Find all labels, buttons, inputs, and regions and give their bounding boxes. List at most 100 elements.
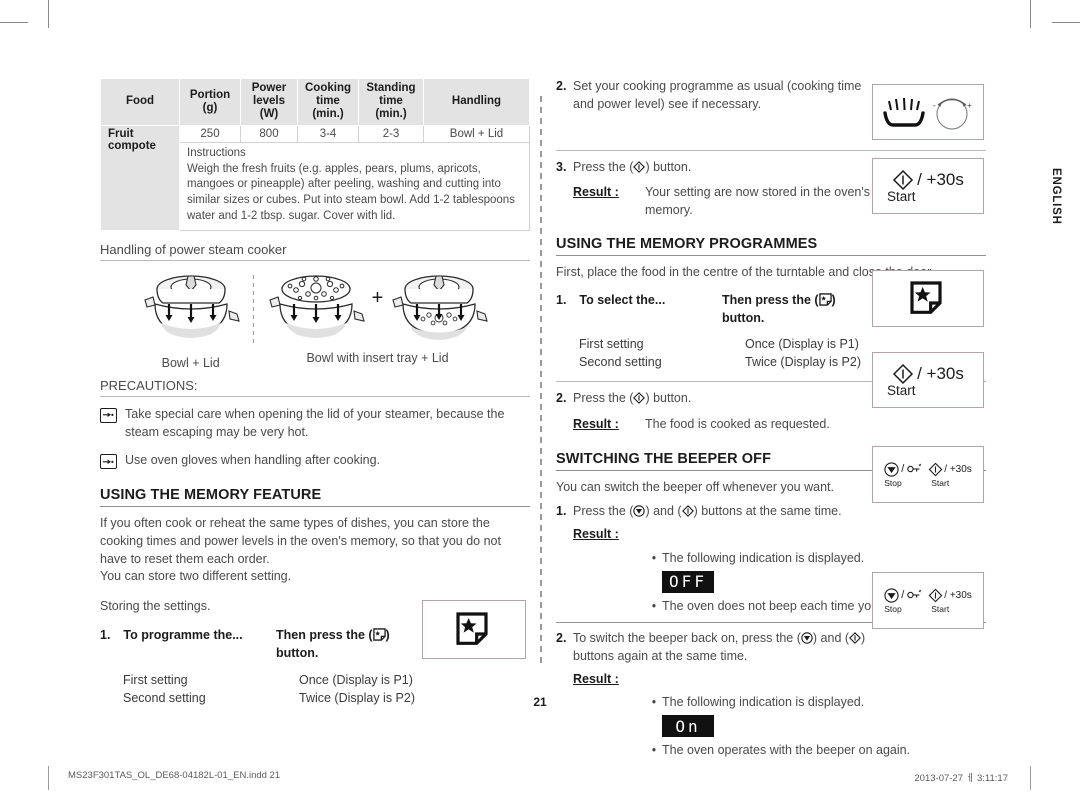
setting-value: Once (Display is P1) <box>299 673 413 688</box>
step-text: Press the () button. <box>573 159 871 177</box>
press-prefix: Then press the ( <box>722 292 819 307</box>
td-cooking: 3-4 <box>297 124 359 143</box>
stop-group: / Stop <box>884 461 922 488</box>
step-text: Press the () and () buttons at the same … <box>573 503 876 521</box>
memory-feature-para1: If you often cook or reheat the same typ… <box>100 516 501 566</box>
start-diamond-icon <box>928 588 943 602</box>
crop-mark-top-left <box>48 0 49 28</box>
result-label: Result : <box>573 416 619 431</box>
step-number: 2. <box>556 391 567 405</box>
bullet-text: The oven operates with the beeper on aga… <box>662 743 911 758</box>
precaution-item: Use oven gloves when handling after cook… <box>100 452 530 470</box>
start-label: Start <box>887 188 916 204</box>
footer-timestamp: 2013-07-27 ㅔ 3:11:17 <box>914 773 1008 784</box>
th-cooking-l2: time <box>316 95 340 108</box>
key-lock-icon <box>907 463 922 473</box>
th-standing: Standing time (min.) <box>358 78 424 126</box>
programme-setting-row: First setting Once (Display is P1) <box>100 671 530 689</box>
beeper-step-1-result: Result : <box>556 526 986 544</box>
start-button-illustration-box-2: / +30s Start <box>872 352 984 408</box>
crop-mark-top-right <box>1030 0 1031 28</box>
microwave-power-dial-icon: - + <box>883 97 972 130</box>
cooking-table: Food Portion (g) Power levels (W) Cookin… <box>100 78 530 231</box>
instructions-text: Weigh the fresh fruits (e.g. apples, pea… <box>187 162 515 223</box>
start-button-illustration-box-1: / +30s Start <box>872 158 984 214</box>
beeper-step-2-result: Result : <box>556 671 986 689</box>
th-standing-l2: time <box>379 95 403 108</box>
step-number: 1. <box>556 292 567 307</box>
beeper-step-1: 1. Press the () and () buttons at the sa… <box>556 503 876 521</box>
step-text: Press the () button. <box>573 390 886 408</box>
key-lock-icon <box>907 589 922 599</box>
result-label: Result : <box>573 185 619 200</box>
print-footer: MS23F301TAS_OL_DE68-04182L-01_EN.indd 21… <box>0 766 1080 790</box>
memory-note-icon <box>372 628 386 641</box>
figure-bowl-insert: + Bowl with insert tray + Lid <box>264 271 492 365</box>
memory-button-illustration-box-2 <box>872 270 984 327</box>
select-setting-row: First setting Once (Display is P1) <box>556 335 886 353</box>
press-prefix: To switch the beeper back on, press the … <box>573 631 801 645</box>
td-instructions: Instructions Weigh the fresh fruits (e.g… <box>179 141 530 231</box>
stop-icon-row: / <box>884 587 922 603</box>
step-number: 1. <box>100 627 111 642</box>
start-icon-row: / +30s <box>892 363 964 385</box>
start-group: / +30s Start <box>928 462 972 488</box>
stop-icon <box>884 587 899 603</box>
steam-cooker-heading: Handling of power steam cooker <box>100 242 530 261</box>
instructions-label: Instructions <box>187 146 246 159</box>
step-number: 2. <box>556 79 567 93</box>
table-row: Fruit compote 250 800 3-4 2-3 Bowl + Lid <box>100 124 530 231</box>
figure-divider <box>252 274 254 346</box>
stop-icon <box>884 461 899 477</box>
step-label: To select the... <box>579 292 666 307</box>
step-text: To switch the beeper back on, press the … <box>573 630 874 666</box>
th-portion-l1: Portion <box>189 88 231 101</box>
td-food-name: Fruit compote <box>100 124 180 231</box>
bullet-glyph: • <box>651 743 657 758</box>
th-standing-l1: Standing <box>366 82 416 94</box>
bowl-lid-icon <box>143 275 240 338</box>
start-diamond-icon <box>893 363 914 384</box>
select-step-1-action: Then press the () button. <box>722 292 836 325</box>
select-step-2: 2. Press the () button. <box>556 390 886 408</box>
step-number: 3. <box>556 159 567 174</box>
page-number: 21 <box>533 695 547 709</box>
slash: / <box>901 589 905 601</box>
memory-feature-heading: USING THE MEMORY FEATURE <box>100 487 530 508</box>
th-cooking-l1: Cooking <box>305 82 351 94</box>
start-diamond-icon <box>633 392 646 404</box>
step-number: 2. <box>556 631 567 645</box>
th-power: Power levels (W) <box>240 78 298 126</box>
svg-text:-: - <box>933 101 936 110</box>
setting-label: Second setting <box>579 354 662 369</box>
start-plus30-label: / +30s <box>944 463 972 475</box>
mid-text: ) and ( <box>645 504 682 519</box>
rule <box>556 149 986 151</box>
th-power-l1: Power <box>251 82 287 94</box>
caption-bowl-insert: Bowl with insert tray + Lid <box>306 350 449 365</box>
caption-bowl-lid: Bowl + Lid <box>161 355 220 370</box>
start-label: Start <box>887 382 916 398</box>
precaution-text: Use oven gloves when handling after cook… <box>125 453 381 468</box>
precaution-item: Take special care when opening the lid o… <box>100 406 530 442</box>
figure-bowl-lid: Bowl + Lid <box>139 271 243 370</box>
crop-mark-mid-left <box>0 22 28 23</box>
th-cooking: Cooking time (min.) <box>297 78 359 126</box>
setting-label: First setting <box>579 336 644 351</box>
th-power-l3: (W) <box>259 108 279 121</box>
memory-feature-para2: You can store two different setting. <box>100 569 292 584</box>
th-portion-l2: (g) <box>202 101 218 114</box>
beeper-bullet: • The oven operates with the beeper on a… <box>556 741 986 759</box>
result-text: Your setting are now stored in the oven'… <box>645 185 870 217</box>
setting-value: Twice (Display is P2) <box>745 354 861 369</box>
memory-note-icon <box>910 280 942 314</box>
start-icon-row: / +30s <box>928 588 972 603</box>
press-button-word: button. <box>276 646 319 661</box>
store-step-2: 2. Set your cooking programme as usual (… <box>556 78 871 114</box>
stop-start-illustration-box-1: / Stop / +30s Start <box>872 446 984 503</box>
step-number: 1. <box>556 504 567 519</box>
stop-start-illustration-box-2: / Stop / +30s Start <box>872 572 984 629</box>
start-plus30-label: / +30s <box>917 169 964 189</box>
press-prefix: Then press the ( <box>276 627 373 642</box>
press-suffix: ) <box>861 631 866 645</box>
